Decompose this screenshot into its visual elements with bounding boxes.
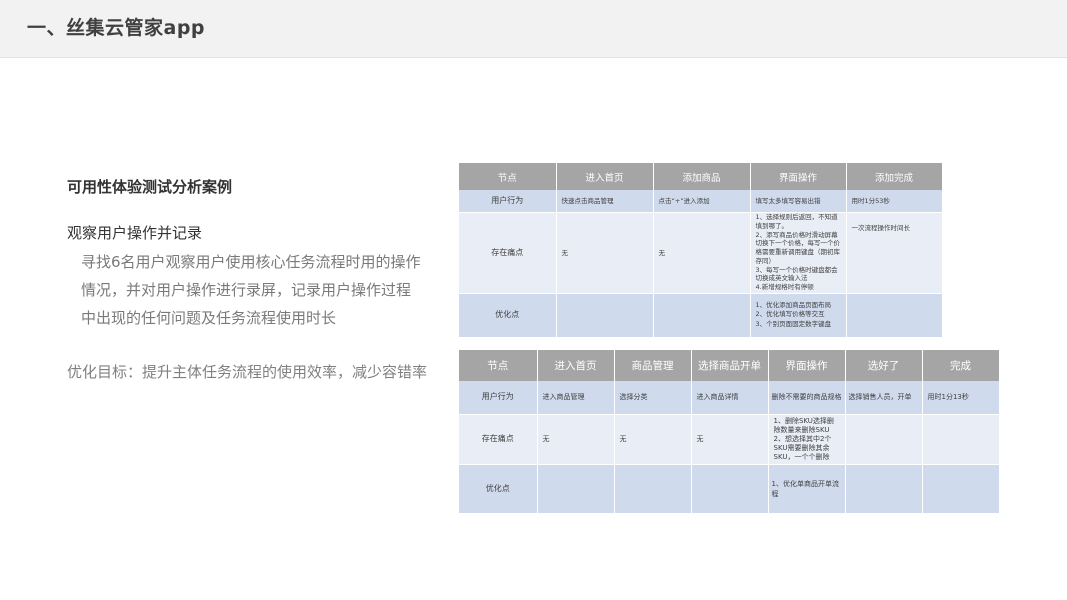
table-cell: 1、优化添加商品页面布局 2、优化填写价格等交互 3、个别页面固定数字键盘 bbox=[750, 293, 847, 338]
table-cell: 无 bbox=[614, 414, 692, 465]
table-cell: 快速点击商品管理 bbox=[556, 190, 654, 213]
table-row: 存在痛点 无 无 无 1、删除SKU选择删除数量来删除SKU 2、想选择其中2个… bbox=[459, 414, 1000, 465]
table-cell: 1、优化单商品开单流程 bbox=[768, 464, 846, 514]
table-cell: 删除不需要的商品规格 bbox=[768, 381, 846, 415]
row-label: 存在痛点 bbox=[459, 414, 538, 465]
table-cell bbox=[846, 293, 943, 338]
row-label: 存在痛点 bbox=[459, 212, 557, 294]
table-cell bbox=[922, 414, 1000, 465]
table-header-cell: 界面操作 bbox=[750, 163, 847, 190]
table-cell: 无 bbox=[653, 212, 751, 294]
table-header-cell: 添加完成 bbox=[846, 163, 943, 190]
table-cell bbox=[556, 293, 654, 338]
table-header-cell: 进入首页 bbox=[537, 350, 615, 381]
row-label: 优化点 bbox=[459, 293, 557, 338]
table-cell: 无 bbox=[537, 414, 615, 465]
table-header-row: 节点 进入首页 商品管理 选择商品开单 界面操作 选好了 完成 bbox=[459, 350, 1000, 381]
table-cell: 1、删除SKU选择删除数量来删除SKU 2、想选择其中2个SKU需要删除其余SK… bbox=[768, 414, 846, 465]
table-cell bbox=[845, 464, 923, 514]
row-label: 用户行为 bbox=[459, 190, 557, 213]
table-cell: 进入商品管理 bbox=[537, 381, 615, 415]
table-row: 优化点 1、优化添加商品页面布局 2、优化填写价格等交互 3、个别页面固定数字键… bbox=[459, 293, 943, 338]
table-cell bbox=[845, 414, 923, 465]
observe-description: 寻找6名用户观察用户使用核心任务流程时用的操作情况，并对用户操作进行录屏，记录用… bbox=[81, 253, 421, 327]
row-label: 用户行为 bbox=[459, 381, 538, 415]
table-header-cell: 商品管理 bbox=[614, 350, 692, 381]
table-row: 存在痛点 无 无 1、选择规则后返回，不知道填到哪了。 2、添写商品价格时滑动屏… bbox=[459, 212, 943, 294]
table-header-cell: 完成 bbox=[922, 350, 1000, 381]
table-cell bbox=[922, 464, 1000, 514]
observe-title: 观察用户操作并记录 bbox=[67, 224, 203, 242]
table-header-cell: 添加商品 bbox=[653, 163, 751, 190]
table-cell bbox=[653, 293, 751, 338]
usability-table-add-product: 节点 进入首页 添加商品 界面操作 添加完成 用户行为 快速点击商品管理 点击“… bbox=[459, 163, 943, 338]
table-cell: 1、选择规则后返回，不知道填到哪了。 2、添写商品价格时滑动屏幕切换下一个价格，… bbox=[750, 212, 847, 294]
table-cell: 点击“+”进入添加 bbox=[653, 190, 751, 213]
header-bar: 一、丝集云管家app bbox=[0, 0, 1067, 58]
table-header-cell: 节点 bbox=[459, 350, 538, 381]
table-header-cell: 选好了 bbox=[845, 350, 923, 381]
table-row: 优化点 1、优化单商品开单流程 bbox=[459, 464, 1000, 514]
table-cell bbox=[537, 464, 615, 514]
table-row: 用户行为 进入商品管理 选择分类 进入商品详情 删除不需要的商品规格 选择销售人… bbox=[459, 381, 1000, 415]
table-header-cell: 选择商品开单 bbox=[691, 350, 769, 381]
case-title: 可用性体验测试分析案例 bbox=[67, 178, 233, 196]
table-cell: 无 bbox=[691, 414, 769, 465]
usability-table-create-order: 节点 进入首页 商品管理 选择商品开单 界面操作 选好了 完成 用户行为 进入商… bbox=[459, 350, 1000, 514]
table-cell: 无 bbox=[556, 212, 654, 294]
table-cell: 选择分类 bbox=[614, 381, 692, 415]
table-cell: 进入商品详情 bbox=[691, 381, 769, 415]
table-cell: 用时1分13秒 bbox=[922, 381, 1000, 415]
table-cell: 用时1分53秒 bbox=[846, 190, 943, 213]
table-cell: 一次流程操作时间长 bbox=[846, 212, 943, 294]
table-cell bbox=[691, 464, 769, 514]
table-header-row: 节点 进入首页 添加商品 界面操作 添加完成 bbox=[459, 163, 943, 190]
table-cell bbox=[614, 464, 692, 514]
table-cell: 选择销售人员，开单 bbox=[845, 381, 923, 415]
row-label: 优化点 bbox=[459, 464, 538, 514]
table-header-cell: 节点 bbox=[459, 163, 557, 190]
table-row: 用户行为 快速点击商品管理 点击“+”进入添加 填写太多填写容易出错 用时1分5… bbox=[459, 190, 943, 213]
table-header-cell: 进入首页 bbox=[556, 163, 654, 190]
table-header-cell: 界面操作 bbox=[768, 350, 846, 381]
optimization-goal: 优化目标：提升主体任务流程的使用效率，减少容错率 bbox=[67, 363, 428, 381]
page-title: 一、丝集云管家app bbox=[27, 17, 206, 39]
table-cell: 填写太多填写容易出错 bbox=[750, 190, 847, 213]
